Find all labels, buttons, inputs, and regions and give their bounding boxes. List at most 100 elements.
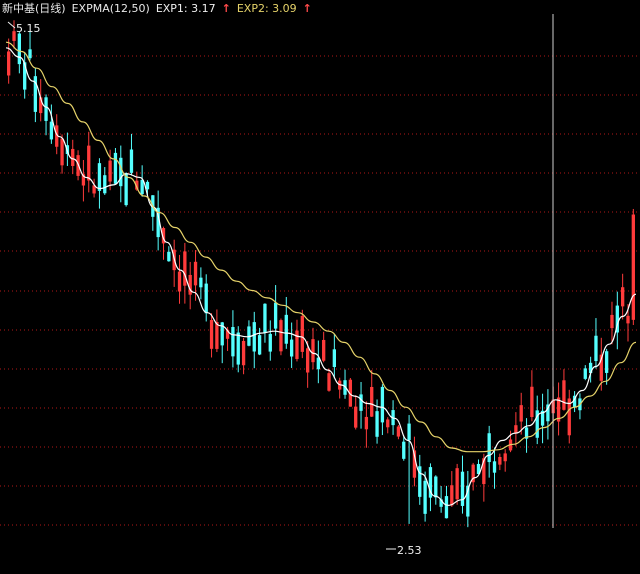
indicator-header: 新中基(日线) EXPMA(12,50) EXP1: 3.17 ↑ EXP2: … bbox=[0, 0, 312, 18]
candle-body bbox=[279, 320, 283, 352]
expma-line-2 bbox=[5, 41, 637, 453]
candlestick bbox=[327, 368, 331, 392]
chart-canvas[interactable] bbox=[0, 0, 640, 570]
candlestick bbox=[257, 327, 262, 356]
candlestick bbox=[556, 382, 561, 436]
indicator-name: EXPMA(12,50) bbox=[71, 2, 150, 15]
candle-body bbox=[236, 332, 240, 365]
candlestick bbox=[498, 453, 502, 471]
candlestick bbox=[370, 370, 374, 418]
candle-body bbox=[215, 321, 219, 349]
candle-body bbox=[273, 302, 278, 329]
candle-body bbox=[167, 251, 171, 262]
candle-body bbox=[359, 394, 363, 411]
candlestick bbox=[23, 51, 27, 99]
candle-body bbox=[103, 175, 107, 194]
candle-body bbox=[626, 315, 630, 324]
candlestick bbox=[17, 32, 22, 74]
candlestick bbox=[204, 274, 208, 322]
low-price-label: 2.53 bbox=[397, 544, 422, 557]
candle-body bbox=[295, 330, 299, 359]
candlestick bbox=[284, 296, 288, 349]
candlestick bbox=[455, 463, 459, 505]
candlestick bbox=[231, 310, 235, 368]
candle-body bbox=[129, 149, 134, 173]
candlestick bbox=[87, 131, 91, 193]
candlestick bbox=[209, 313, 214, 358]
candle-body bbox=[28, 49, 32, 59]
candlestick bbox=[311, 327, 315, 370]
candlestick bbox=[562, 369, 566, 411]
candlestick bbox=[220, 321, 224, 364]
candlestick bbox=[247, 320, 251, 347]
candle-body bbox=[396, 426, 401, 437]
candle-body bbox=[97, 163, 102, 191]
candlestick bbox=[103, 167, 107, 195]
candle-body bbox=[386, 419, 390, 428]
candlestick bbox=[567, 389, 571, 444]
candle-body bbox=[183, 251, 187, 286]
candlestick bbox=[578, 393, 582, 420]
candlestick bbox=[583, 365, 587, 381]
candlestick bbox=[113, 147, 118, 185]
candlestick bbox=[92, 178, 96, 198]
candlestick bbox=[263, 303, 267, 343]
candle-body bbox=[231, 327, 235, 357]
candle-body bbox=[71, 148, 75, 166]
candlestick bbox=[460, 455, 465, 514]
candlestick bbox=[7, 38, 11, 84]
candle-body bbox=[193, 261, 198, 286]
candle-body bbox=[252, 322, 256, 352]
candle-body bbox=[402, 441, 406, 459]
grid-lines bbox=[0, 55, 640, 526]
up-arrow-icon: ↑ bbox=[221, 2, 231, 15]
candlestick bbox=[492, 447, 497, 489]
candle-body bbox=[375, 411, 379, 437]
candle-body bbox=[332, 349, 337, 368]
candle-body bbox=[311, 339, 315, 363]
candlestick bbox=[332, 334, 337, 379]
candlestick bbox=[354, 395, 358, 430]
candlestick bbox=[546, 389, 550, 440]
candlestick bbox=[343, 369, 347, 399]
candle-body bbox=[199, 277, 203, 288]
candlestick bbox=[444, 485, 449, 519]
candle-body bbox=[434, 476, 438, 498]
candlestick bbox=[450, 471, 454, 507]
up-arrow-icon: ↑ bbox=[302, 2, 312, 15]
candlestick bbox=[215, 309, 219, 353]
candle-body bbox=[610, 314, 614, 329]
candlestick bbox=[81, 160, 86, 202]
candlestick bbox=[316, 340, 320, 384]
candle-body bbox=[305, 348, 310, 373]
candle-body bbox=[450, 485, 454, 506]
kline-chart[interactable]: 新中基(日线) EXPMA(12,50) EXP1: 3.17 ↑ EXP2: … bbox=[0, 0, 640, 570]
candle-body bbox=[519, 405, 523, 422]
candlestick bbox=[386, 417, 390, 434]
candlestick bbox=[631, 208, 635, 326]
candle-body bbox=[530, 386, 534, 418]
candlestick bbox=[594, 318, 598, 369]
candle-body bbox=[498, 456, 502, 465]
candlestick bbox=[620, 273, 625, 320]
candle-body bbox=[455, 468, 459, 500]
candle-body bbox=[487, 433, 491, 463]
candle-body bbox=[60, 138, 64, 166]
candle-body bbox=[583, 368, 587, 379]
candlestick bbox=[268, 320, 272, 361]
candlestick bbox=[295, 319, 299, 362]
candle-body bbox=[209, 320, 214, 349]
candle-body bbox=[327, 373, 331, 391]
candlestick bbox=[418, 454, 422, 505]
candlestick bbox=[524, 418, 529, 453]
candle-body bbox=[503, 453, 507, 462]
candle-body bbox=[289, 339, 294, 357]
candle-body bbox=[257, 335, 262, 355]
candlestick bbox=[535, 395, 539, 445]
candle-body bbox=[594, 335, 598, 362]
candle-body bbox=[87, 145, 91, 181]
candle-body bbox=[177, 271, 182, 292]
candlestick bbox=[540, 393, 545, 444]
candle-body bbox=[562, 380, 566, 410]
candle-body bbox=[364, 416, 369, 430]
